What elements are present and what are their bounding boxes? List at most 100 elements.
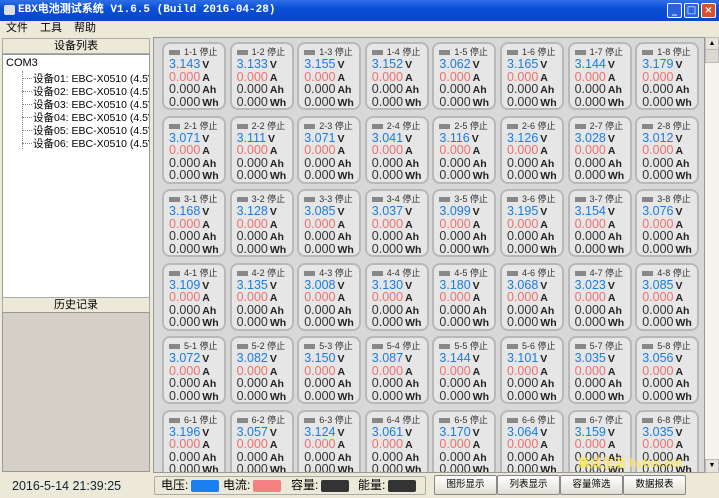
channel-card[interactable]: 2-8 停止 3.012 V 0.000 A 0.000 Ah 0.000 Wh <box>635 115 700 184</box>
channel-status: 停止 <box>267 267 286 278</box>
channel-card[interactable]: 6-5 停止 3.170 V 0.000 A 0.000 Ah 0.000 Wh <box>432 409 497 473</box>
channel-card[interactable]: 4-8 停止 3.085 V 0.000 A 0.000 Ah 0.000 Wh <box>635 262 700 331</box>
capacity-unit: Ah <box>472 378 487 390</box>
channel-card[interactable]: 1-1 停止 3.143 V 0.000 A 0.000 Ah 0.000 Wh <box>162 42 226 110</box>
scroll-down-arrow-icon[interactable]: ▼ <box>705 459 719 473</box>
channel-card[interactable]: 5-7 停止 3.035 V 0.000 A 0.000 Ah 0.000 Wh <box>567 336 632 404</box>
channel-card[interactable]: 6-1 停止 3.196 V 0.000 A 0.000 Ah 0.000 Wh <box>162 409 226 472</box>
channel-card[interactable]: 5-4 停止 3.087 V 0.000 A 0.000 Ah 0.000 Wh <box>364 336 429 404</box>
capacity-unit: Ah <box>337 378 352 390</box>
channel-card[interactable]: 5-3 停止 3.150 V 0.000 A 0.000 Ah 0.000 Wh <box>297 336 362 404</box>
channel-card[interactable]: 6-6 停止 3.064 V 0.000 A 0.000 Ah 0.000 Wh <box>500 409 564 472</box>
channel-id: 1-8 <box>657 47 673 57</box>
channel-card[interactable]: 3-3 停止 3.085 V 0.000 A 0.000 Ah 0.000 Wh <box>297 189 362 257</box>
channel-card[interactable]: 4-6 停止 3.068 V 0.000 A 0.000 Ah 0.000 Wh <box>500 262 564 331</box>
maximize-button[interactable]: □ <box>684 3 699 18</box>
capacity-filter-button[interactable]: 容量筛选 <box>560 475 623 495</box>
channel-id: 4-1 <box>184 267 200 278</box>
data-report-button[interactable]: 数据报表 <box>623 475 686 495</box>
legend-swatch <box>253 480 281 492</box>
channel-card[interactable]: 2-6 停止 3.126 V 0.000 A 0.000 Ah 0.000 Wh <box>500 115 564 184</box>
channel-card[interactable]: 3-1 停止 3.168 V 0.000 A 0.000 Ah 0.000 Wh <box>162 189 226 257</box>
channel-card[interactable]: 5-5 停止 3.144 V 0.000 A 0.000 Ah 0.000 Wh <box>432 336 497 404</box>
energy-value: 0.000 <box>574 168 606 182</box>
channel-energy: 0.000 Wh <box>507 95 562 110</box>
energy-unit: Wh <box>405 317 422 329</box>
current-unit: A <box>337 365 346 378</box>
channel-card[interactable]: 5-2 停止 3.082 V 0.000 A 0.000 Ah 0.000 Wh <box>229 336 294 404</box>
channel-card[interactable]: 1-3 停止 3.155 V 0.000 A 0.000 Ah 0.000 Wh <box>297 42 362 110</box>
channel-status: 停止 <box>605 414 624 425</box>
capacity-unit: Ah <box>202 304 217 317</box>
list-view-button[interactable]: 列表显示 <box>497 475 560 495</box>
channel-card[interactable]: 4-3 停止 3.008 V 0.000 A 0.000 Ah 0.000 Wh <box>297 262 362 331</box>
capacity-unit: Ah <box>472 304 487 317</box>
channel-card[interactable]: 6-3 停止 3.124 V 0.000 A 0.000 Ah 0.000 Wh <box>297 409 362 472</box>
vertical-scrollbar[interactable]: ▲ ▼ <box>705 37 719 473</box>
tree-device-6[interactable]: 设备06: EBC-X0510 (4.5V/10A <box>33 136 149 151</box>
graph-view-button[interactable]: 图形显示 <box>434 475 497 495</box>
capacity-unit: Ah <box>202 378 217 390</box>
channel-card[interactable]: 2-7 停止 3.028 V 0.000 A 0.000 Ah 0.000 Wh <box>567 115 632 184</box>
channel-card[interactable]: 4-5 停止 3.180 V 0.000 A 0.000 Ah 0.000 Wh <box>432 262 497 331</box>
channel-card[interactable]: 4-1 停止 3.109 V 0.000 A 0.000 Ah 0.000 Wh <box>162 262 226 331</box>
channel-status: 停止 <box>537 194 556 204</box>
energy-unit: Wh <box>675 317 692 329</box>
capacity-unit: Ah <box>405 378 420 390</box>
channel-card[interactable]: 1-4 停止 3.152 V 0.000 A 0.000 Ah 0.000 Wh <box>364 42 429 110</box>
channel-id: 6-2 <box>251 414 268 425</box>
channel-card[interactable]: 6-4 停止 3.061 V 0.000 A 0.000 Ah 0.000 Wh <box>364 409 429 472</box>
energy-unit: Wh <box>405 170 422 182</box>
energy-unit: Wh <box>607 243 625 256</box>
channel-card[interactable]: 3-8 停止 3.076 V 0.000 A 0.000 Ah 0.000 Wh <box>635 189 700 257</box>
channel-energy: 0.000 Wh <box>507 389 562 404</box>
status-led-icon <box>304 270 316 276</box>
energy-value: 0.000 <box>371 168 404 182</box>
channel-card[interactable]: 1-6 停止 3.165 V 0.000 A 0.000 Ah 0.000 Wh <box>500 42 564 110</box>
voltage-unit: V <box>202 132 210 145</box>
channel-card[interactable]: 4-2 停止 3.135 V 0.000 A 0.000 Ah 0.000 Wh <box>229 262 294 331</box>
menu-help[interactable]: 帮助 <box>74 22 96 34</box>
channel-card[interactable]: 1-5 停止 3.062 V 0.000 A 0.000 Ah 0.000 Wh <box>432 42 497 110</box>
channel-card[interactable]: 1-7 停止 3.144 V 0.000 A 0.000 Ah 0.000 Wh <box>567 42 632 110</box>
energy-value: 0.000 <box>439 462 471 473</box>
channel-card[interactable]: 2-4 停止 3.041 V 0.000 A 0.000 Ah 0.000 Wh <box>364 115 429 184</box>
menu-tools[interactable]: 工具 <box>40 22 62 34</box>
channel-card[interactable]: 5-1 停止 3.072 V 0.000 A 0.000 Ah 0.000 Wh <box>162 336 226 404</box>
energy-unit: Wh <box>607 390 625 403</box>
close-button[interactable]: × <box>701 3 716 18</box>
channel-card[interactable]: 3-5 停止 3.099 V 0.000 A 0.000 Ah 0.000 Wh <box>432 189 497 257</box>
channel-card[interactable]: 2-3 停止 3.071 V 0.000 A 0.000 Ah 0.000 Wh <box>297 115 362 184</box>
channel-status: 停止 <box>199 120 218 131</box>
minimize-button[interactable]: _ <box>667 3 682 18</box>
channel-card[interactable]: 1-2 停止 3.133 V 0.000 A 0.000 Ah 0.000 Wh <box>229 42 294 110</box>
channel-card[interactable]: 5-8 停止 3.056 V 0.000 A 0.000 Ah 0.000 Wh <box>635 336 700 404</box>
channel-card[interactable]: 5-6 停止 3.101 V 0.000 A 0.000 Ah 0.000 Wh <box>500 336 564 404</box>
status-led-icon <box>574 417 586 423</box>
channel-card[interactable]: 2-5 停止 3.116 V 0.000 A 0.000 Ah 0.000 Wh <box>432 115 497 184</box>
current-unit: A <box>675 365 684 378</box>
channel-energy: 0.000 Wh <box>642 316 697 330</box>
channel-card[interactable]: 3-7 停止 3.154 V 0.000 A 0.000 Ah 0.000 Wh <box>567 189 632 257</box>
capacity-unit: Ah <box>607 378 622 390</box>
tree-root-com3[interactable]: COM3 <box>6 57 38 69</box>
channel-card[interactable]: 3-4 停止 3.037 V 0.000 A 0.000 Ah 0.000 Wh <box>364 189 429 257</box>
channel-card[interactable]: 4-4 停止 3.130 V 0.000 A 0.000 Ah 0.000 Wh <box>364 262 429 331</box>
energy-value: 0.000 <box>642 94 674 109</box>
voltage-unit: V <box>405 279 413 292</box>
menu-file[interactable]: 文件 <box>6 22 28 34</box>
channel-card[interactable]: 3-6 停止 3.195 V 0.000 A 0.000 Ah 0.000 Wh <box>500 189 564 257</box>
legend-swatch <box>388 480 416 492</box>
channel-card[interactable]: 4-7 停止 3.023 V 0.000 A 0.000 Ah 0.000 Wh <box>567 262 632 331</box>
channel-card[interactable]: 2-2 停止 3.111 V 0.000 A 0.000 Ah 0.000 Wh <box>229 115 294 184</box>
voltage-unit: V <box>540 426 548 439</box>
channel-status: 停止 <box>334 120 353 131</box>
channel-card[interactable]: 2-1 停止 3.071 V 0.000 A 0.000 Ah 0.000 Wh <box>162 115 226 184</box>
channel-card[interactable]: 6-2 停止 3.057 V 0.000 A 0.000 Ah 0.000 Wh <box>229 409 294 472</box>
channel-card[interactable]: 3-2 停止 3.128 V 0.000 A 0.000 Ah 0.000 Wh <box>229 189 294 257</box>
scroll-thumb[interactable] <box>705 49 719 63</box>
channel-id: 6-4 <box>386 414 403 425</box>
device-tree[interactable]: COM3 设备01: EBC-X0510 (4.5V/10A设备02: EBC-… <box>2 54 150 298</box>
channel-id: 3-7 <box>589 194 606 204</box>
channel-card[interactable]: 1-8 停止 3.179 V 0.000 A 0.000 Ah 0.000 Wh <box>635 42 700 110</box>
